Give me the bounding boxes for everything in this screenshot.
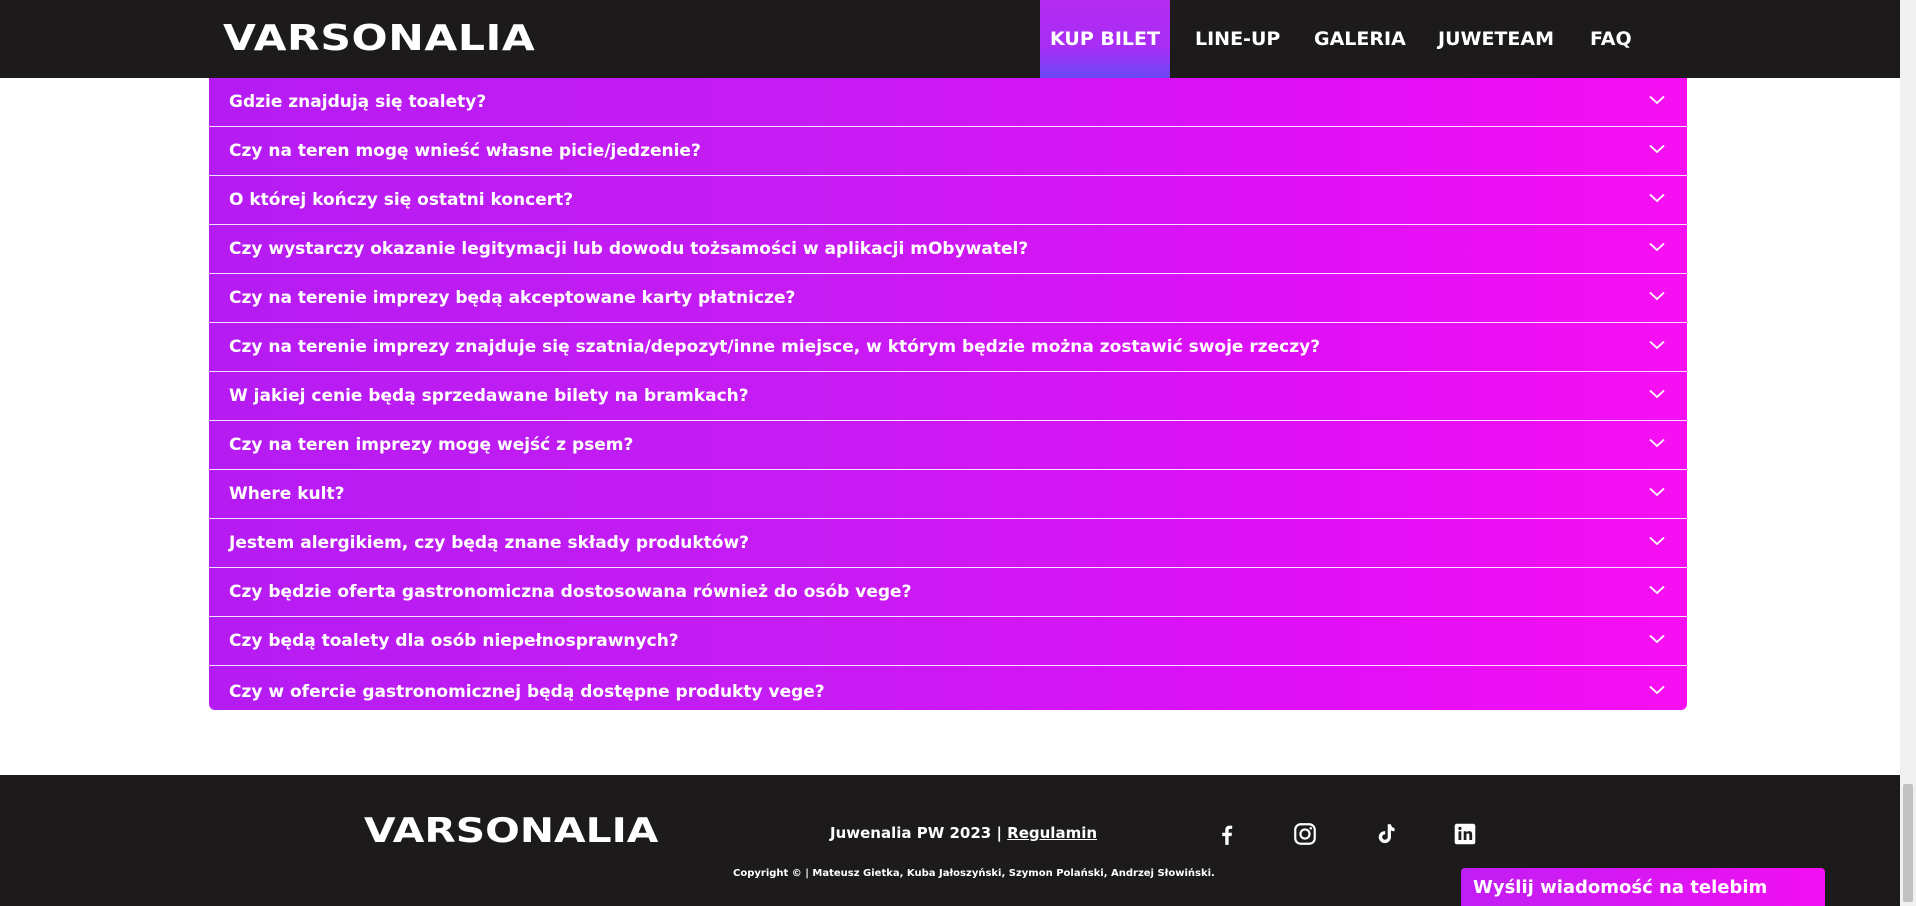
regulamin-link[interactable]: Regulamin [1007, 824, 1097, 842]
faq-question: W jakiej cenie będą sprzedawane bilety n… [229, 386, 749, 406]
chevron-down-icon[interactable] [1649, 536, 1665, 546]
faq-question: Czy na terenie imprezy będą akceptowane … [229, 288, 796, 308]
faq-question: Czy będą toalety dla osób niepełnosprawn… [229, 631, 679, 651]
scrollbar-thumb[interactable] [1903, 784, 1913, 902]
chevron-down-icon[interactable] [1649, 634, 1665, 644]
footer-event-info: Juwenalia PW 2023 | Regulamin [830, 824, 1097, 842]
footer-copyright: Copyright © | Mateusz Gietka, Kuba Jałos… [733, 868, 1215, 879]
faq-item[interactable]: Czy na teren imprezy mogę wejść z psem? [209, 421, 1687, 470]
faq-item[interactable]: Czy będą toalety dla osób niepełnosprawn… [209, 617, 1687, 666]
footer-event-text: Juwenalia PW 2023 | [830, 824, 1002, 842]
chevron-down-icon[interactable] [1649, 242, 1665, 252]
instagram-icon[interactable] [1292, 821, 1318, 847]
linkedin-icon[interactable] [1452, 821, 1478, 847]
site-header: VARSONALIA KUP BILET LINE-UP GALERIA JUW… [0, 0, 1900, 78]
nav-line-up[interactable]: LINE-UP [1195, 0, 1280, 78]
faq-question: Czy wystarczy okazanie legitymacji lub d… [229, 239, 1029, 259]
faq-question: O której kończy się ostatni koncert? [229, 190, 574, 210]
faq-question: Czy będzie oferta gastronomiczna dostoso… [229, 582, 912, 602]
chevron-down-icon[interactable] [1649, 193, 1665, 203]
chevron-down-icon[interactable] [1649, 487, 1665, 497]
facebook-icon[interactable] [1214, 821, 1240, 847]
faq-question: Czy na terenie imprezy znajduje się szat… [229, 337, 1321, 357]
nav-faq[interactable]: FAQ [1590, 0, 1632, 78]
faq-item[interactable]: Czy w ofercie gastronomicznej będą dostę… [209, 666, 1687, 710]
footer-logo[interactable]: VARSONALIA [364, 811, 658, 851]
faq-question: Gdzie znajdują się toalety? [229, 92, 487, 112]
faq-question: Czy na teren mogę wnieść własne picie/je… [229, 141, 701, 161]
faq-question: Czy w ofercie gastronomicznej będą dostę… [229, 681, 825, 702]
telebim-message-button[interactable]: Wyślij wiadomość na telebim [1461, 868, 1825, 906]
faq-item[interactable]: Czy będzie oferta gastronomiczna dostoso… [209, 568, 1687, 617]
chevron-down-icon[interactable] [1649, 389, 1665, 399]
chevron-down-icon[interactable] [1649, 291, 1665, 301]
faq-question: Where kult? [229, 484, 345, 504]
chevron-down-icon[interactable] [1649, 438, 1665, 448]
chevron-down-icon[interactable] [1649, 340, 1665, 350]
faq-item[interactable]: Czy na terenie imprezy znajduje się szat… [209, 323, 1687, 372]
faq-question: Czy na teren imprezy mogę wejść z psem? [229, 435, 634, 455]
page-scrollbar[interactable] [1900, 0, 1916, 906]
chevron-down-icon[interactable] [1649, 95, 1665, 105]
faq-item[interactable]: W jakiej cenie będą sprzedawane bilety n… [209, 372, 1687, 421]
faq-item[interactable]: Czy na terenie imprezy będą akceptowane … [209, 274, 1687, 323]
chevron-down-icon[interactable] [1649, 585, 1665, 595]
faq-question: Jestem alergikiem, czy będą znane składy… [229, 533, 750, 553]
faq-item[interactable]: Jestem alergikiem, czy będą znane składy… [209, 519, 1687, 568]
page: VARSONALIA KUP BILET LINE-UP GALERIA JUW… [0, 0, 1916, 906]
nav-galeria[interactable]: GALERIA [1314, 0, 1406, 78]
nav-juweteam[interactable]: JUWETEAM [1438, 0, 1554, 78]
faq-item[interactable]: O której kończy się ostatni koncert? [209, 176, 1687, 225]
faq-accordion: Gdzie znajdują się toalety? Czy na teren … [209, 78, 1687, 710]
faq-item[interactable]: Where kult? [209, 470, 1687, 519]
faq-item[interactable]: Gdzie znajdują się toalety? [209, 78, 1687, 127]
chevron-down-icon[interactable] [1649, 685, 1665, 695]
faq-item[interactable]: Czy wystarczy okazanie legitymacji lub d… [209, 225, 1687, 274]
faq-item[interactable]: Czy na teren mogę wnieść własne picie/je… [209, 127, 1687, 176]
chevron-down-icon[interactable] [1649, 144, 1665, 154]
main-nav: KUP BILET LINE-UP GALERIA JUWETEAM FAQ [0, 0, 1900, 78]
tiktok-icon[interactable] [1372, 821, 1398, 847]
nav-kup-bilet[interactable]: KUP BILET [1040, 0, 1170, 78]
